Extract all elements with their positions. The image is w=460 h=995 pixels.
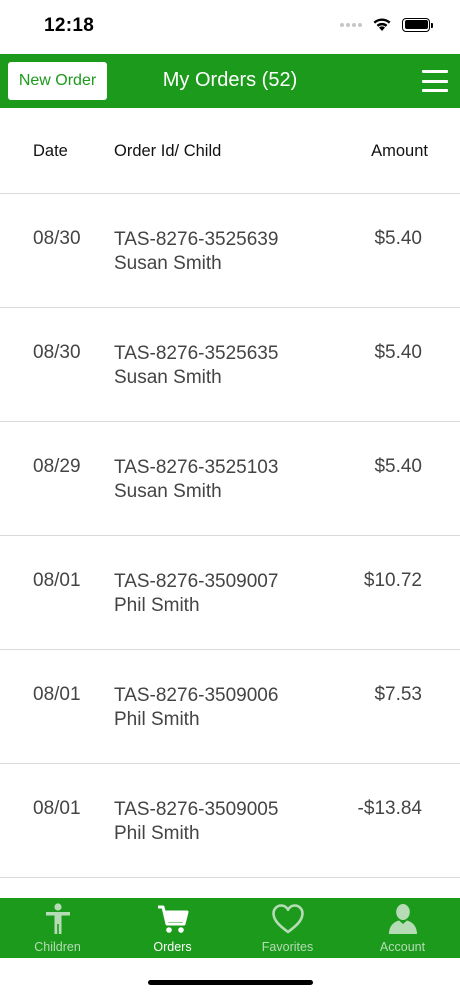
tab-bar: Children Orders Favorites Account <box>0 898 460 958</box>
tab-orders[interactable]: Orders <box>115 898 230 958</box>
battery-icon <box>402 17 433 32</box>
order-amount: $5.40 <box>374 342 422 363</box>
order-info: TAS-8276-3525639 Susan Smith <box>114 228 278 276</box>
order-child: Phil Smith <box>114 823 200 844</box>
order-info: TAS-8276-3509005 Phil Smith <box>114 798 278 846</box>
tab-favorites[interactable]: Favorites <box>230 898 345 958</box>
order-row[interactable]: 08/01 TAS-8276-3509007 Phil Smith $10.72 <box>0 536 460 650</box>
tab-label: Orders <box>153 940 192 954</box>
order-date: 08/30 <box>33 342 81 363</box>
nav-bar: New Order My Orders (52) <box>0 54 460 108</box>
order-id: TAS-8276-3509005 <box>114 799 279 820</box>
orders-table-header: Date Order Id/ Child Amount <box>0 108 460 194</box>
tab-children[interactable]: Children <box>0 898 115 958</box>
order-date: 08/29 <box>33 456 81 477</box>
order-child: Susan Smith <box>114 253 222 274</box>
column-header-amount: Amount <box>371 142 428 160</box>
order-info: TAS-8276-3509006 Phil Smith <box>114 684 278 732</box>
order-date: 08/30 <box>33 228 81 249</box>
order-date: 08/01 <box>33 570 81 591</box>
order-amount: $7.53 <box>374 684 422 705</box>
tab-account[interactable]: Account <box>345 898 460 958</box>
order-row[interactable]: 08/30 TAS-8276-3525635 Susan Smith $5.40 <box>0 308 460 422</box>
status-time: 12:18 <box>44 15 95 36</box>
new-order-button[interactable]: New Order <box>8 62 107 100</box>
orders-list: 08/30 TAS-8276-3525639 Susan Smith $5.40… <box>0 194 460 878</box>
order-child: Phil Smith <box>114 595 200 616</box>
order-row[interactable]: 08/29 TAS-8276-3525103 Susan Smith $5.40 <box>0 422 460 536</box>
order-date: 08/01 <box>33 798 81 819</box>
column-header-order: Order Id/ Child <box>114 142 222 160</box>
account-icon <box>388 904 417 934</box>
cellular-signal-icon <box>340 22 362 27</box>
status-icons <box>340 17 433 32</box>
person-icon <box>45 903 70 934</box>
order-info: TAS-8276-3509007 Phil Smith <box>114 570 278 618</box>
tab-label: Account <box>379 940 426 954</box>
order-child: Phil Smith <box>114 709 200 730</box>
order-amount: -$13.84 <box>357 798 422 819</box>
order-child: Susan Smith <box>114 367 222 388</box>
heart-icon <box>271 904 304 934</box>
home-indicator[interactable] <box>148 980 313 985</box>
order-id: TAS-8276-3509006 <box>114 685 279 706</box>
order-amount: $10.72 <box>363 570 422 591</box>
tab-label: Children <box>34 940 81 954</box>
order-amount: $5.40 <box>374 228 422 249</box>
hamburger-menu-icon[interactable] <box>422 70 448 92</box>
order-date: 08/01 <box>33 684 81 705</box>
order-row[interactable]: 08/30 TAS-8276-3525639 Susan Smith $5.40 <box>0 194 460 308</box>
column-header-date: Date <box>33 142 68 160</box>
order-amount: $5.40 <box>374 456 422 477</box>
tab-label: Favorites <box>261 940 314 954</box>
order-id: TAS-8276-3525639 <box>114 229 279 250</box>
order-row[interactable]: 08/01 TAS-8276-3509006 Phil Smith $7.53 <box>0 650 460 764</box>
cart-icon <box>157 905 188 933</box>
order-info: TAS-8276-3525103 Susan Smith <box>114 456 278 504</box>
order-child: Susan Smith <box>114 481 222 502</box>
order-id: TAS-8276-3509007 <box>114 571 279 592</box>
wifi-icon <box>373 18 391 31</box>
status-bar: 12:18 <box>0 0 460 54</box>
order-info: TAS-8276-3525635 Susan Smith <box>114 342 278 390</box>
order-id: TAS-8276-3525103 <box>114 457 279 478</box>
order-id: TAS-8276-3525635 <box>114 343 279 364</box>
order-row[interactable]: 08/01 TAS-8276-3509005 Phil Smith -$13.8… <box>0 764 460 878</box>
